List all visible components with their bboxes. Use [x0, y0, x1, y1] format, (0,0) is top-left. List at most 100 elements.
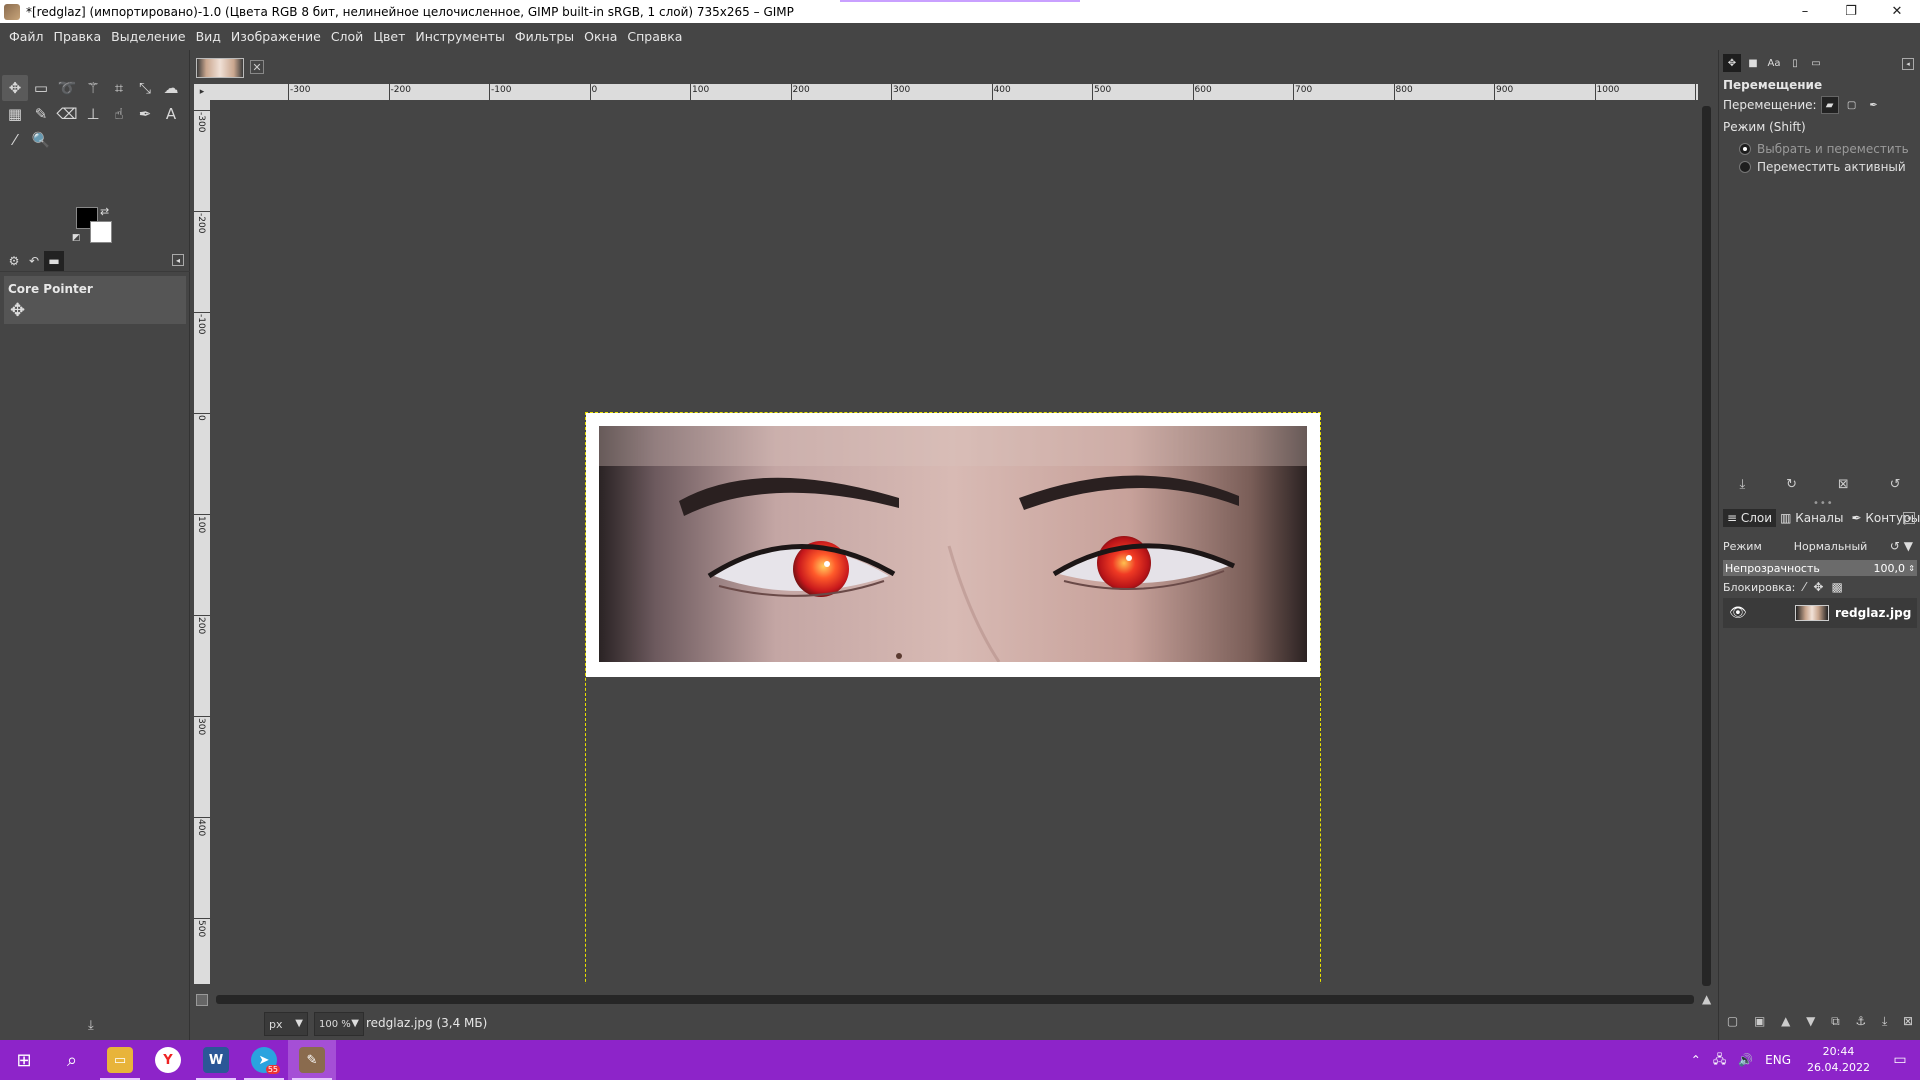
canvas-area[interactable] [210, 100, 1698, 984]
radio-pick-layer[interactable]: Выбрать и переместить [1739, 142, 1909, 156]
minimize-button[interactable]: – [1782, 0, 1828, 23]
file-explorer-button[interactable]: ▭ [96, 1040, 144, 1080]
word-button[interactable]: W [192, 1040, 240, 1080]
image-tab-close-icon[interactable]: ✕ [250, 60, 264, 74]
ruler-corner-icon[interactable]: ▸ [194, 84, 210, 100]
delete-preset-icon[interactable]: ⊠ [1838, 477, 1849, 492]
layers-menu-icon[interactable]: ◂ [1903, 512, 1915, 524]
maximize-button[interactable]: ❐ [1828, 0, 1874, 23]
reset-colors-icon[interactable]: ◩ [72, 233, 81, 243]
network-icon[interactable]: 🖧 [1713, 1050, 1726, 1071]
radio-move-active[interactable]: Переместить активный [1739, 160, 1906, 174]
merge-layer-icon[interactable]: ⤓ [1882, 1014, 1887, 1034]
warp-tool-icon[interactable]: ☁ [158, 75, 184, 101]
menu-windows[interactable]: Окна [579, 26, 622, 48]
radio-pick-layer-dot[interactable] [1739, 143, 1751, 155]
clock[interactable]: 20:44 26.04.2022 [1807, 1044, 1870, 1076]
new-layer-icon[interactable]: ▢ [1727, 1014, 1738, 1034]
quick-mask-toggle[interactable] [196, 994, 208, 1006]
menu-file[interactable]: Файл [4, 26, 49, 48]
display-tab-icon[interactable]: ▭ [1807, 54, 1825, 72]
image-tab-thumbnail[interactable] [196, 58, 244, 78]
menu-colors[interactable]: Цвет [368, 26, 410, 48]
reset-options-icon[interactable]: ↺ [1890, 477, 1901, 492]
lock-alpha-icon[interactable]: ▩ [1831, 580, 1842, 594]
horizontal-scrollbar[interactable] [194, 992, 1714, 1008]
telegram-button[interactable]: ➤ 55 [240, 1040, 288, 1080]
move-selection-icon[interactable]: ▢ [1843, 96, 1861, 114]
anchor-layer-icon[interactable]: ⚓ [1855, 1014, 1866, 1034]
opacity-spinner-icon[interactable]: ⇕ [1908, 564, 1915, 573]
delete-layer-icon[interactable]: ⊠ [1903, 1014, 1913, 1034]
vertical-scrollbar[interactable] [1698, 84, 1714, 986]
eraser-tool-icon[interactable]: ⌫ [54, 101, 80, 127]
new-group-icon[interactable]: ▣ [1754, 1014, 1765, 1034]
language-indicator[interactable]: ENG [1765, 1053, 1791, 1067]
navigate-icon[interactable]: ▲ [1702, 992, 1711, 1006]
document-tab-icon[interactable]: ▯ [1786, 54, 1804, 72]
menu-view[interactable]: Вид [191, 26, 226, 48]
tab-channels[interactable]: ▥ Каналы [1776, 509, 1847, 527]
unit-select[interactable]: px ▼ [264, 1012, 308, 1036]
tab-menu-icon[interactable]: ◂ [172, 254, 184, 266]
menu-image[interactable]: Изображение [226, 26, 326, 48]
paths-tool-icon[interactable]: ✒ [132, 101, 158, 127]
move-tool-icon[interactable]: ✥ [2, 75, 28, 101]
undo-history-tab-icon[interactable]: ↶ [24, 251, 44, 271]
vertical-scroll-thumb[interactable] [1702, 106, 1711, 986]
dock-menu-icon[interactable]: ◂ [1902, 58, 1914, 70]
toolbox-bottom-icon[interactable]: ⤓ [88, 1018, 94, 1033]
close-button[interactable]: ✕ [1874, 0, 1920, 23]
mode-controls-icon[interactable]: ↺ ▼ [1890, 539, 1913, 553]
notifications-icon[interactable]: ▭ [1880, 1040, 1920, 1080]
lower-layer-icon[interactable]: ▼ [1806, 1014, 1815, 1034]
image-frame[interactable] [586, 413, 1320, 677]
fuzzy-select-tool-icon[interactable]: ⚚ [80, 75, 106, 101]
tab-layers[interactable]: ≡ Слои [1723, 509, 1777, 527]
start-button[interactable]: ⊞ [0, 1040, 48, 1080]
zoom-select[interactable]: 100 % ▼ [314, 1012, 364, 1036]
menu-layer[interactable]: Слой [326, 26, 369, 48]
radio-move-active-dot[interactable] [1739, 161, 1751, 173]
menu-tools[interactable]: Инструменты [410, 26, 509, 48]
raise-layer-icon[interactable]: ▲ [1781, 1014, 1790, 1034]
color-picker-tool-icon[interactable]: ⁄ [2, 127, 28, 153]
paintbrush-tool-icon[interactable]: ✎ [28, 101, 54, 127]
tray-chevron-icon[interactable]: ⌃ [1691, 1053, 1701, 1067]
menu-edit[interactable]: Правка [49, 26, 107, 48]
brushes-tab-icon[interactable]: ■ [1744, 54, 1762, 72]
menu-help[interactable]: Справка [622, 26, 687, 48]
duplicate-layer-icon[interactable]: ⧉ [1831, 1014, 1840, 1034]
visibility-eye-icon[interactable]: 👁 [1729, 605, 1749, 621]
rect-select-tool-icon[interactable]: ▭ [28, 75, 54, 101]
crop-tool-icon[interactable]: ⌗ [106, 75, 132, 101]
swap-colors-icon[interactable]: ⇄ [100, 205, 109, 218]
restore-preset-icon[interactable]: ↻ [1786, 477, 1797, 492]
tool-options-tab-icon[interactable]: ✥ [1723, 54, 1741, 72]
save-preset-icon[interactable]: ⤓ [1739, 477, 1745, 492]
fonts-tab-icon[interactable]: Aa [1765, 54, 1783, 72]
clone-tool-icon[interactable]: ⊥ [80, 101, 106, 127]
zoom-tool-icon[interactable]: 🔍 [28, 127, 54, 153]
horizontal-ruler[interactable]: -300 -200 -100 0 100 200 300 400 500 600 700 800 900… [210, 84, 1698, 100]
yandex-browser-button[interactable]: Y [144, 1040, 192, 1080]
lock-pixels-icon[interactable]: ⁄ [1803, 580, 1805, 594]
lock-position-icon[interactable]: ✥ [1813, 580, 1823, 594]
layer-name[interactable]: redglaz.jpg [1835, 606, 1911, 620]
search-icon[interactable]: ⌕ [48, 1040, 96, 1080]
opacity-slider[interactable]: Непрозрачность 100,0 ⇕ [1723, 560, 1917, 576]
transform-tool-icon[interactable]: ⤡ [132, 75, 158, 101]
menu-filters[interactable]: Фильтры [510, 26, 579, 48]
layer-row[interactable]: 👁 redglaz.jpg [1723, 598, 1917, 628]
device-status-tab-icon[interactable]: ⚙ [4, 251, 24, 271]
layer-mode-select[interactable]: Нормальный [1794, 540, 1868, 553]
vertical-ruler[interactable]: -300 -200 -100 0 100 200 300 400 500 [194, 100, 210, 984]
volume-icon[interactable]: 🔊 [1738, 1053, 1753, 1067]
menu-select[interactable]: Выделение [106, 26, 190, 48]
background-color-swatch[interactable] [90, 221, 112, 243]
text-tool-icon[interactable]: A [158, 101, 184, 127]
horizontal-scroll-thumb[interactable] [216, 995, 1694, 1004]
gimp-button[interactable]: ✎ [288, 1040, 336, 1080]
smudge-tool-icon[interactable]: ☝ [106, 101, 132, 127]
lasso-tool-icon[interactable]: ➰ [54, 75, 80, 101]
